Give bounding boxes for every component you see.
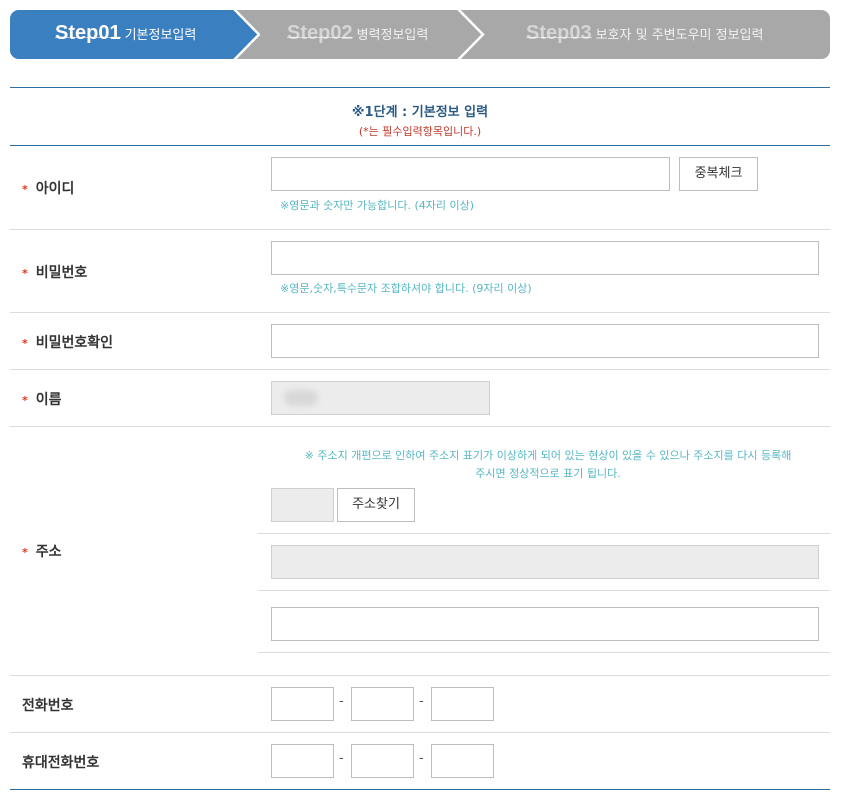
phone-separator: - — [419, 694, 424, 709]
address-search-button[interactable]: 주소찾기 — [337, 488, 415, 522]
phone-part1-input[interactable] — [271, 687, 334, 721]
form-header: ※1단계 : 기본정보 입력 (*는 필수입력항목입니다.) — [10, 88, 830, 146]
redacted-name — [284, 390, 318, 406]
mobile-row: 휴대전화번호 - - — [10, 733, 830, 790]
mobile-part3-input[interactable] — [431, 744, 494, 778]
id-input[interactable] — [271, 157, 670, 191]
id-label: * 아이디 — [22, 181, 75, 197]
password-row: * 비밀번호 ※영문,숫자,특수문자 조합하셔야 합니다. (9자리 이상) — [10, 230, 830, 313]
step-3-number: Step03 — [526, 22, 592, 44]
required-note: (*는 필수입력항목입니다.) — [358, 125, 482, 138]
password-confirm-label: * 비밀번호확인 — [22, 335, 114, 351]
mobile-part2-input[interactable] — [351, 744, 414, 778]
phone-separator: - — [339, 694, 344, 709]
password-confirm-row: * 비밀번호확인 — [10, 313, 830, 370]
address-divider — [258, 533, 830, 534]
mobile-part1-input[interactable] — [271, 744, 334, 778]
mobile-separator: - — [339, 751, 344, 766]
phone-part3-input[interactable] — [431, 687, 494, 721]
phone-label: 전화번호 — [22, 698, 74, 714]
required-mark: * — [22, 394, 28, 407]
address2-input[interactable] — [271, 607, 819, 641]
basic-info-form: ※1단계 : 기본정보 입력 (*는 필수입력항목입니다.) * 아이디 중복체크… — [10, 87, 830, 790]
step-2-label: 병력정보입력 — [356, 28, 429, 43]
step-1-label: 기본정보입력 — [124, 28, 197, 43]
required-mark: * — [22, 546, 28, 559]
required-mark: * — [22, 337, 28, 350]
address-row: * 주소 ※ 주소지 개편으로 인하여 주소지 표기가 이상하게 되어 있는 현상… — [10, 427, 830, 676]
step-1-number: Step01 — [55, 22, 121, 44]
form-title: ※1단계 : 기본정보 입력 — [351, 105, 489, 120]
mobile-label: 휴대전화번호 — [22, 755, 100, 771]
id-row: * 아이디 중복체크 ※영문과 숫자만 가능합니다. (4자리 이상) — [10, 146, 830, 230]
password-hint: ※영문,숫자,특수문자 조합하셔야 합니다. (9자리 이상) — [280, 282, 532, 295]
id-hint: ※영문과 숫자만 가능합니다. (4자리 이상) — [280, 199, 475, 212]
phone-row: 전화번호 - - — [10, 676, 830, 733]
name-row: * 이름 — [10, 370, 830, 427]
address-label: * 주소 — [22, 544, 62, 560]
zipcode-input — [271, 488, 334, 522]
step-2: Step02 병력정보입력 — [235, 10, 485, 59]
mobile-separator: - — [419, 751, 424, 766]
step-2-number: Step02 — [287, 22, 353, 44]
password-confirm-input[interactable] — [271, 324, 819, 358]
address1-input — [271, 545, 819, 579]
required-mark: * — [22, 183, 28, 196]
password-label: * 비밀번호 — [22, 265, 88, 281]
address-divider — [258, 652, 830, 653]
phone-part2-input[interactable] — [351, 687, 414, 721]
address-divider — [258, 590, 830, 591]
required-mark: * — [22, 267, 28, 280]
password-input[interactable] — [271, 241, 819, 275]
step-1: Step01 기본정보입력 — [10, 10, 260, 59]
name-label: * 이름 — [22, 392, 62, 408]
address-notice: ※ 주소지 개편으로 인하여 주소지 표기가 이상하게 되어 있는 현상이 있을… — [304, 449, 792, 480]
step-3-label: 보호자 및 주변도우미 정보입력 — [595, 28, 764, 43]
step-3: Step03 보호자 및 주변도우미 정보입력 — [460, 10, 830, 59]
step-progress-bar: Step03 보호자 및 주변도우미 정보입력 Step02 병력정보입력 Step… — [10, 10, 830, 59]
name-input — [271, 381, 490, 415]
duplicate-check-button[interactable]: 중복체크 — [679, 157, 758, 191]
